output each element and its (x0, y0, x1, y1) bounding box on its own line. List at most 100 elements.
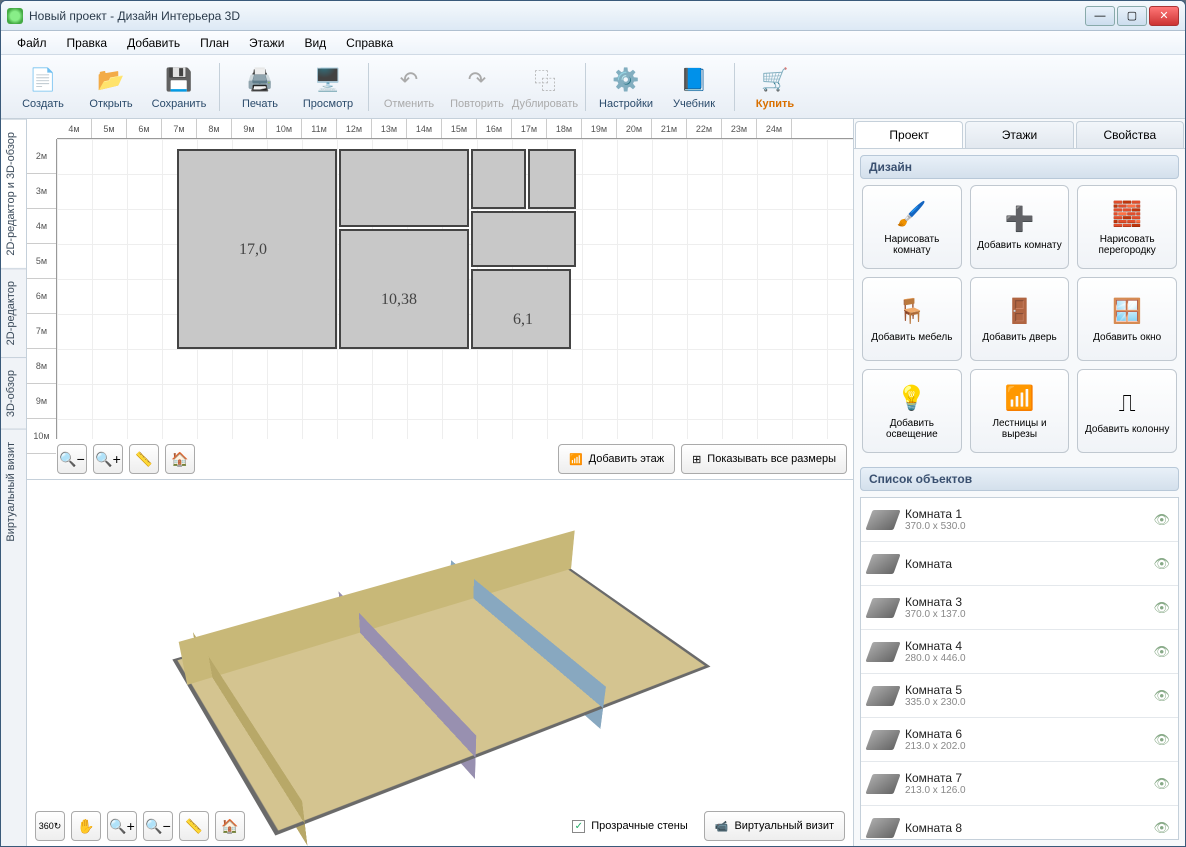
view-2d[interactable]: 4м5м6м7м8м9м10м11м12м13м14м15м16м17м18м1… (27, 119, 853, 479)
save-icon: 💾 (163, 64, 195, 96)
lefttab-2[interactable]: 3D-обзор (1, 357, 26, 429)
object-row[interactable]: Комната 4280.0 x 446.0👁 (861, 630, 1178, 674)
add-floor-button[interactable]: 📶Добавить этаж (558, 444, 675, 474)
menu-Правка[interactable]: Правка (59, 34, 116, 52)
toolbar-separator (585, 63, 586, 111)
object-row[interactable]: Комната 7213.0 x 126.0👁 (861, 762, 1178, 806)
print-button[interactable]: 🖨️Печать (226, 59, 294, 115)
object-dimensions: 213.0 x 202.0 (905, 741, 1145, 752)
object-name: Комната 4 (905, 639, 1145, 653)
open-button[interactable]: 📂Открыть (77, 59, 145, 115)
camera-icon: 📹 (715, 820, 729, 833)
room-icon (865, 554, 900, 574)
visibility-toggle[interactable]: 👁 (1153, 556, 1170, 572)
room[interactable]: 6,1 (471, 269, 571, 349)
object-row[interactable]: Комната 6213.0 x 202.0👁 (861, 718, 1178, 762)
object-row[interactable]: Комната 👁 (861, 542, 1178, 586)
house-3d-model[interactable] (172, 551, 710, 835)
add-door-tool[interactable]: 🚪Добавить дверь (970, 277, 1070, 361)
preview-button[interactable]: 🖥️Просмотр (294, 59, 362, 115)
add-furniture-tool[interactable]: 🪑Добавить мебель (862, 277, 962, 361)
pan-button[interactable]: ✋ (71, 811, 101, 841)
object-row[interactable]: Комната 3370.0 x 137.0 👁 (861, 586, 1178, 630)
close-button[interactable]: ✕ (1149, 6, 1179, 26)
maximize-button[interactable]: ▢ (1117, 6, 1147, 26)
floor-plan[interactable]: 17,010,386,1 (177, 149, 577, 379)
room-icon (865, 774, 900, 794)
menu-Вид[interactable]: Вид (296, 34, 334, 52)
object-name: Комната (905, 557, 1145, 571)
room[interactable] (339, 149, 469, 227)
window-title: Новый проект - Дизайн Интерьера 3D (29, 9, 1085, 23)
visibility-toggle[interactable]: 👁 (1153, 688, 1170, 704)
add-window-tool[interactable]: 🪟Добавить окно (1077, 277, 1177, 361)
object-dimensions: 335.0 x 230.0 (905, 697, 1145, 708)
add-room-tool[interactable]: ➕Добавить комнату (970, 185, 1070, 269)
room[interactable] (528, 149, 576, 209)
visibility-toggle[interactable]: 👁 (1153, 644, 1170, 660)
visibility-toggle[interactable]: 👁 (1153, 732, 1170, 748)
settings-button[interactable]: ⚙️Настройки (592, 59, 660, 115)
room[interactable]: 17,0 (177, 149, 337, 349)
add-light-icon: 💡 (896, 382, 928, 414)
measure-button[interactable]: 📏 (129, 444, 159, 474)
lefttab-1[interactable]: 2D-редактор (1, 268, 26, 357)
room[interactable]: 10,38 (339, 229, 469, 349)
home-3d-button[interactable]: 🏠 (215, 811, 245, 841)
object-row[interactable]: Комната 1370.0 x 530.0👁 (861, 498, 1178, 542)
stairs-tool[interactable]: 📶Лестницы и вырезы (970, 369, 1070, 453)
objects-section-header: Список объектов (860, 467, 1179, 491)
object-row[interactable]: Комната 8👁 (861, 806, 1178, 840)
zoom-out-button[interactable]: 🔍− (57, 444, 87, 474)
buy-button[interactable]: 🛒Купить (741, 59, 809, 115)
create-button[interactable]: 📄Создать (9, 59, 77, 115)
virtual-visit-button[interactable]: 📹Виртуальный визит (704, 811, 845, 841)
add-light-tool[interactable]: 💡Добавить освещение (862, 369, 962, 453)
transparent-walls-checkbox[interactable]: ✓ Прозрачные стены (562, 811, 697, 841)
visibility-toggle[interactable]: 👁 (1153, 820, 1170, 836)
rotate360-button[interactable]: 360↻ (35, 811, 65, 841)
zoom-out-3d-button[interactable]: 🔍− (143, 811, 173, 841)
zoom-in-3d-button[interactable]: 🔍+ (107, 811, 137, 841)
draw-room-tool[interactable]: 🖌️Нарисовать комнату (862, 185, 962, 269)
buy-icon: 🛒 (759, 64, 791, 96)
menu-Файл[interactable]: Файл (9, 34, 55, 52)
menu-Справка[interactable]: Справка (338, 34, 401, 52)
zoom-in-button[interactable]: 🔍+ (93, 444, 123, 474)
save-button[interactable]: 💾Сохранить (145, 59, 213, 115)
object-name: Комната 3 (905, 595, 1145, 609)
window-controls: — ▢ ✕ (1085, 6, 1179, 26)
draw-room-icon: 🖌️ (896, 198, 928, 230)
menu-Добавить[interactable]: Добавить (119, 34, 188, 52)
view-3d[interactable]: 360↻ ✋ 🔍+ 🔍− 📏 🏠 ✓ Прозрачные стены 📹Вир… (27, 479, 853, 846)
visibility-toggle[interactable]: 👁 (1153, 600, 1170, 616)
object-row[interactable]: Комната 5335.0 x 230.0👁 (861, 674, 1178, 718)
print-icon: 🖨️ (244, 64, 276, 96)
home-button[interactable]: 🏠 (165, 444, 195, 474)
objects-list[interactable]: Комната 1370.0 x 530.0👁Комната👁Комната 3… (860, 497, 1179, 840)
room[interactable] (471, 211, 576, 267)
menu-Этажи[interactable]: Этажи (241, 34, 292, 52)
app-icon (7, 8, 23, 24)
rtab-Этажи[interactable]: Этажи (965, 121, 1073, 148)
open-icon: 📂 (95, 64, 127, 96)
measure-3d-button[interactable]: 📏 (179, 811, 209, 841)
lefttab-0[interactable]: 2D-редактор и 3D-обзор (1, 119, 26, 268)
draw-wall-tool[interactable]: 🧱Нарисовать перегородку (1077, 185, 1177, 269)
rtab-Проект[interactable]: Проект (855, 121, 963, 148)
object-dimensions: 370.0 x 530.0 (905, 521, 1145, 532)
tutorial-icon: 📘 (678, 64, 710, 96)
minimize-button[interactable]: — (1085, 6, 1115, 26)
checkbox-icon: ✓ (572, 820, 585, 833)
add-column-tool[interactable]: ⎍Добавить колонну (1077, 369, 1177, 453)
visibility-toggle[interactable]: 👁 (1153, 512, 1170, 528)
show-dimensions-button[interactable]: ⊞Показывать все размеры (681, 444, 847, 474)
lefttab-3[interactable]: Виртуальный визит (1, 429, 26, 554)
rtab-Свойства[interactable]: Свойства (1076, 121, 1184, 148)
visibility-toggle[interactable]: 👁 (1153, 776, 1170, 792)
menu-План[interactable]: План (192, 34, 237, 52)
tutorial-button[interactable]: 📘Учебник (660, 59, 728, 115)
room[interactable] (471, 149, 526, 209)
object-dimensions: 370.0 x 137.0 (905, 609, 1145, 620)
preview-icon: 🖥️ (312, 64, 344, 96)
